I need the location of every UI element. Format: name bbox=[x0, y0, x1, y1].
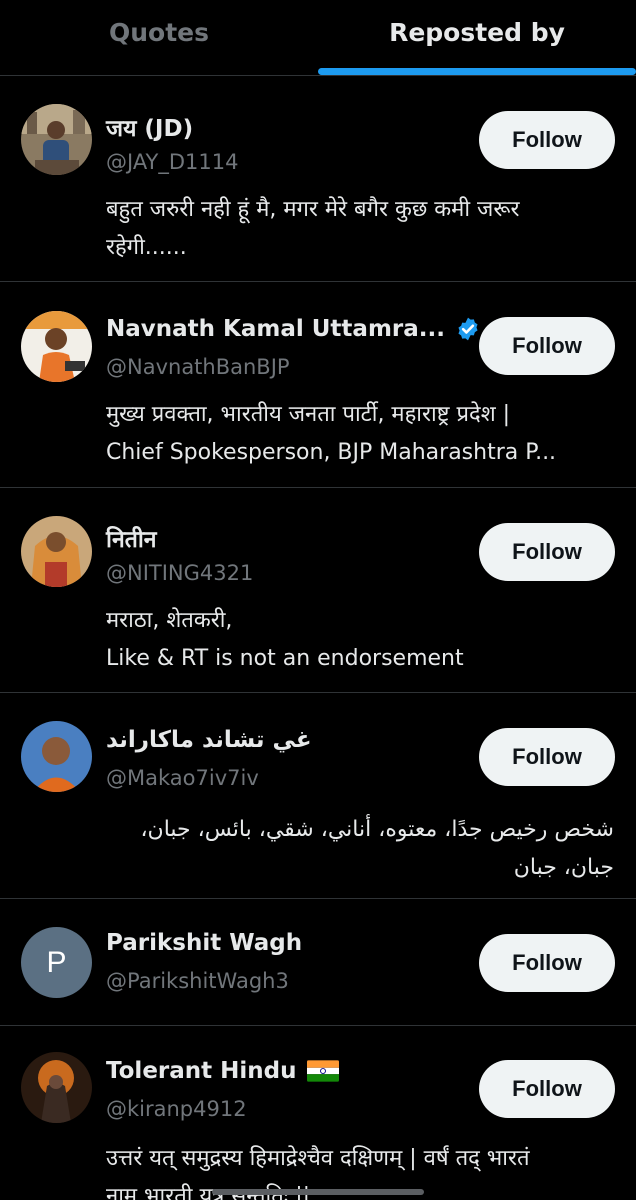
list-item[interactable]: غي تشاند ماكاراند @Makao7iv7iv Follow شخ… bbox=[0, 693, 636, 899]
user-bio: बहुत जरुरी नही हूं मै, मगर मेरे बगैर कुछ… bbox=[106, 191, 606, 267]
user-name-text: जय (JD) bbox=[106, 116, 194, 142]
user-name[interactable]: Navnath Kamal Uttamra... bbox=[106, 316, 481, 342]
bio-line: شخص رخيص جدًا، معتوه، أناني، شقي، بائس، … bbox=[140, 817, 614, 842]
user-name-text: Navnath Kamal Uttamra... bbox=[106, 316, 445, 342]
home-indicator[interactable] bbox=[212, 1189, 424, 1195]
tab-quotes[interactable]: Quotes bbox=[0, 0, 318, 76]
user-bio: मराठा, शेतकरी, Like & RT is not an endor… bbox=[106, 602, 606, 678]
user-name-text: नितीन bbox=[106, 527, 157, 553]
tab-quotes-label: Quotes bbox=[108, 17, 209, 47]
user-handle[interactable]: @kiranp4912 bbox=[106, 1097, 247, 1121]
follow-button[interactable]: Follow bbox=[479, 317, 615, 375]
user-name-text: Tolerant Hindu bbox=[106, 1058, 297, 1084]
list-item[interactable]: P Parikshit Wagh @ParikshitWagh3 Follow bbox=[0, 899, 636, 1026]
bio-line: Chief Spokesperson, BJP Maharashtra P... bbox=[106, 440, 557, 465]
user-name[interactable]: غي تشاند ماكاراند bbox=[106, 727, 312, 753]
avatar[interactable]: P bbox=[21, 927, 92, 998]
list-item[interactable]: नितीन @NITING4321 Follow मराठा, शेतकरी, … bbox=[0, 488, 636, 693]
tab-reposted-by-label: Reposted by bbox=[389, 17, 565, 47]
avatar[interactable] bbox=[21, 721, 92, 792]
tab-reposted-by[interactable]: Reposted by bbox=[318, 0, 636, 76]
list-item[interactable]: Tolerant Hindu @kiranp4912 Follow उत्तरं… bbox=[0, 1026, 636, 1200]
bio-line: मराठा, शेतकरी, bbox=[106, 608, 233, 633]
user-bio: मुख्य प्रवक्ता, भारतीय जनता पार्टी, महार… bbox=[106, 396, 606, 472]
follow-button[interactable]: Follow bbox=[479, 934, 615, 992]
bio-line: रहेगी...... bbox=[106, 235, 187, 260]
user-name[interactable]: नितीन bbox=[106, 522, 157, 554]
user-handle[interactable]: @NITING4321 bbox=[106, 561, 253, 585]
user-name[interactable]: Tolerant Hindu bbox=[106, 1058, 339, 1084]
user-name[interactable]: Parikshit Wagh bbox=[106, 930, 302, 956]
avatar[interactable] bbox=[21, 104, 92, 175]
tab-bar: Quotes Reposted by bbox=[0, 0, 636, 76]
list-item[interactable]: जय (JD) @JAY_D1114 Follow बहुत जरुरी नही… bbox=[0, 77, 636, 282]
bio-line: Like & RT is not an endorsement bbox=[106, 646, 464, 671]
india-flag-icon bbox=[306, 1060, 339, 1082]
bio-line: मुख्य प्रवक्ता, भारतीय जनता पार्टी, महार… bbox=[106, 402, 511, 427]
avatar-photo-icon bbox=[21, 516, 92, 587]
user-handle[interactable]: @JAY_D1114 bbox=[106, 150, 239, 174]
avatar-letter: P bbox=[46, 945, 67, 979]
follow-button[interactable]: Follow bbox=[479, 523, 615, 581]
user-handle[interactable]: @Makao7iv7iv bbox=[106, 766, 259, 790]
list-item[interactable]: Navnath Kamal Uttamra... @NavnathBanBJP … bbox=[0, 282, 636, 488]
user-handle[interactable]: @NavnathBanBJP bbox=[106, 355, 290, 379]
avatar-photo-icon bbox=[21, 1052, 92, 1123]
avatar[interactable] bbox=[21, 516, 92, 587]
user-name[interactable]: जय (JD) bbox=[106, 111, 193, 143]
follow-button[interactable]: Follow bbox=[479, 728, 615, 786]
user-name-text: غي تشاند ماكاراند bbox=[106, 727, 312, 753]
verified-badge-icon bbox=[458, 317, 478, 341]
avatar-photo-icon bbox=[21, 721, 92, 792]
follow-button[interactable]: Follow bbox=[479, 1060, 615, 1118]
avatar[interactable] bbox=[21, 1052, 92, 1123]
avatar-photo-icon bbox=[21, 311, 92, 382]
avatar-photo-icon bbox=[21, 104, 92, 175]
bio-line: बहुत जरुरी नही हूं मै, मगर मेरे बगैर कुछ… bbox=[106, 197, 520, 222]
user-bio: شخص رخيص جدًا، معتوه، أناني، شقي، بائس، … bbox=[100, 811, 614, 887]
user-handle[interactable]: @ParikshitWagh3 bbox=[106, 969, 289, 993]
active-tab-indicator bbox=[318, 68, 636, 75]
bio-line: جبان، جبان bbox=[513, 855, 614, 880]
avatar[interactable] bbox=[21, 311, 92, 382]
follow-button[interactable]: Follow bbox=[479, 111, 615, 169]
user-name-text: Parikshit Wagh bbox=[106, 930, 303, 956]
bio-line: उत्तरं यत् समुद्रस्य हिमाद्रेश्चैव दक्षि… bbox=[106, 1146, 530, 1171]
